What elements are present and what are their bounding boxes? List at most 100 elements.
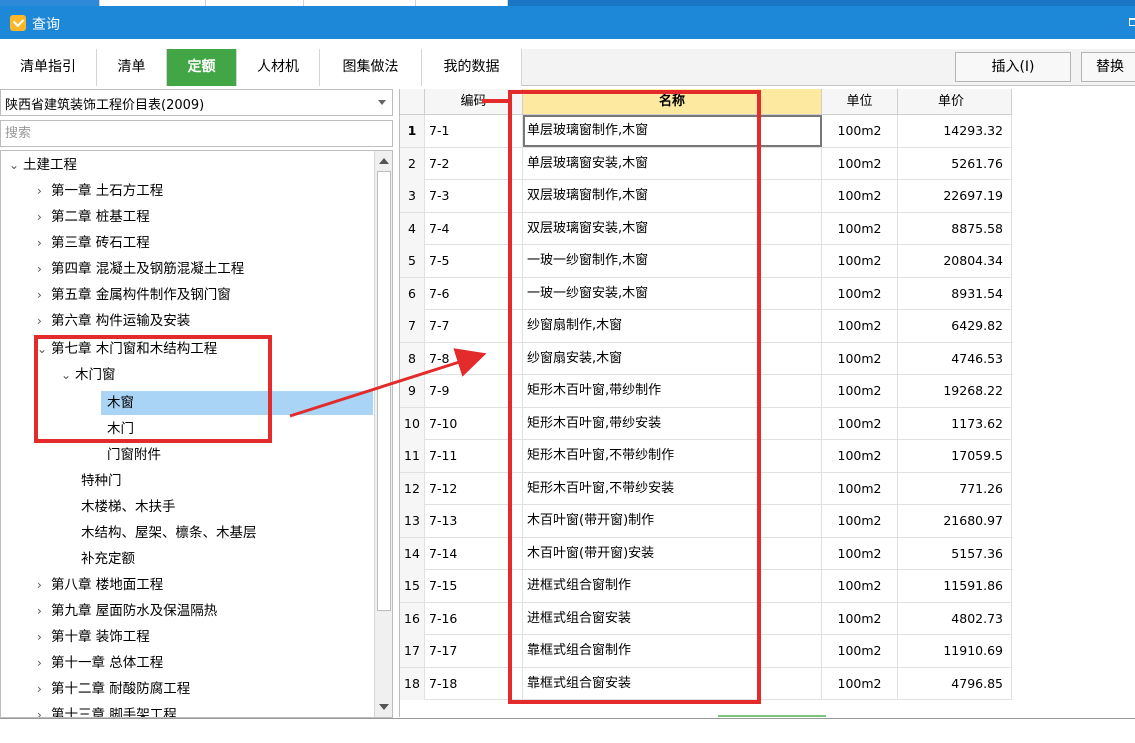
tree-node-chapter[interactable]: › 第十一章 总体工程: [37, 651, 163, 675]
table-cell-no: 10: [400, 407, 425, 440]
header-unit[interactable]: 单位: [822, 89, 898, 115]
table-cell-unit: 100m2: [822, 472, 898, 505]
tree-node-chapter[interactable]: › 第四章 混凝土及钢筋混凝土工程: [37, 257, 244, 281]
table-cell-unit: 100m2: [822, 180, 898, 212]
table-cell-price: 771.26: [898, 472, 1012, 505]
chevron-right-icon: ›: [37, 630, 42, 644]
tree-node-chapter[interactable]: › 第十三章 脚手架工程: [37, 703, 177, 718]
table-cell-price: 17059.5: [898, 440, 1012, 472]
table-cell-no: 18: [400, 667, 425, 700]
tree-node-label: 第九章 屋面防水及保温隔热: [51, 603, 218, 619]
tree-node-wood-stairs[interactable]: 木楼梯、木扶手: [81, 495, 176, 519]
table-cell-price: 8875.58: [898, 212, 1012, 245]
table-cell-unit: 100m2: [822, 505, 898, 537]
tree-node-label: 第四章 混凝土及钢筋混凝土工程: [51, 261, 245, 277]
tab-list-guide[interactable]: 清单指引: [0, 49, 97, 86]
table-cell-price: 19268.22: [898, 375, 1012, 407]
table-cell-no: 4: [400, 212, 425, 245]
tree-node-label: 第六章 构件运输及安装: [51, 313, 191, 329]
tree-node-chapter[interactable]: › 第三章 砖石工程: [37, 231, 150, 255]
table-cell-no: 14: [400, 537, 425, 570]
table-cell-unit: 100m2: [822, 667, 898, 700]
tree-node-chapter[interactable]: › 第一章 土石方工程: [37, 179, 163, 203]
tree-node-chapter[interactable]: › 第六章 构件运输及安装: [37, 309, 190, 333]
app-logo-icon: [10, 15, 26, 31]
table-cell-unit: 100m2: [822, 570, 898, 602]
tree-node-root[interactable]: ⌄ 土建工程: [9, 153, 77, 177]
annotation-box-tree: [34, 335, 272, 443]
table-cell-no: 5: [400, 245, 425, 277]
replace-button[interactable]: 替换: [1081, 52, 1135, 82]
table-cell-unit: 100m2: [822, 245, 898, 277]
tab-list[interactable]: 清单: [97, 49, 167, 86]
scroll-up-icon[interactable]: [376, 153, 392, 169]
table-cell-unit: 100m2: [822, 277, 898, 310]
table-cell-no: 9: [400, 375, 425, 407]
table-cell-price: 21680.97: [898, 505, 1012, 537]
tree-scrollbar[interactable]: [374, 151, 392, 717]
chevron-down-icon: [378, 100, 386, 105]
table-cell-price: 20804.34: [898, 245, 1012, 277]
tree-node-label: 木楼梯、木扶手: [81, 499, 176, 515]
chevron-right-icon: ›: [37, 578, 42, 592]
tree-node-label: 第十三章 脚手架工程: [51, 707, 177, 718]
tree-node-label: 第十章 装饰工程: [51, 629, 150, 645]
insert-button[interactable]: 插入(I): [955, 52, 1071, 82]
chevron-right-icon: ›: [37, 288, 42, 302]
dialog-titlebar: 查询: [0, 6, 1135, 39]
chevron-right-icon: ›: [37, 210, 42, 224]
tree-node-door-window-accessories[interactable]: 门窗附件: [107, 443, 161, 467]
tree-node-label: 第五章 金属构件制作及钢门窗: [51, 287, 231, 303]
table-cell-no: 17: [400, 635, 425, 667]
table-cell-price: 5261.76: [898, 147, 1012, 180]
tree-node-chapter[interactable]: › 第十二章 耐酸防腐工程: [37, 677, 190, 701]
table-cell-price: 4802.73: [898, 602, 1012, 635]
table-cell-unit: 100m2: [822, 537, 898, 570]
tree-node-chapter[interactable]: › 第八章 楼地面工程: [37, 573, 163, 597]
table-cell-price: 11910.69: [898, 635, 1012, 667]
tree-node-label: 土建工程: [23, 157, 77, 173]
table-cell-price: 1173.62: [898, 407, 1012, 440]
table-cell-no: 6: [400, 277, 425, 310]
tab-atlas-method[interactable]: 图集做法: [320, 49, 422, 86]
table-cell-price: 5157.36: [898, 537, 1012, 570]
scrollbar-thumb[interactable]: [377, 171, 391, 611]
library-select[interactable]: 陕西省建筑装饰工程价目表(2009): [0, 89, 393, 116]
tree-node-label: 第十二章 耐酸防腐工程: [51, 681, 191, 697]
tree-node-chapter[interactable]: › 第五章 金属构件制作及钢门窗: [37, 283, 231, 307]
search-input[interactable]: [0, 120, 393, 147]
table-cell-unit: 100m2: [822, 635, 898, 667]
header-price[interactable]: 单价: [898, 89, 1012, 115]
dialog-title: 查询: [32, 17, 60, 33]
scroll-down-icon[interactable]: [376, 699, 392, 715]
bottom-status-strip: [0, 718, 1135, 743]
table-cell-no: 7: [400, 310, 425, 342]
chevron-right-icon: ›: [37, 682, 42, 696]
tab-quota[interactable]: 定额: [167, 49, 237, 86]
header-row-number: [400, 89, 425, 115]
tree-node-supplement[interactable]: 补充定额: [81, 547, 135, 571]
chevron-right-icon: ›: [37, 262, 42, 276]
chevron-right-icon: ›: [37, 604, 42, 618]
table-cell-unit: 100m2: [822, 375, 898, 407]
table-cell-price: 6429.82: [898, 310, 1012, 342]
table-cell-price: 22697.19: [898, 180, 1012, 212]
tab-my-data[interactable]: 我的数据: [422, 49, 522, 86]
table-cell-price: 4746.53: [898, 342, 1012, 375]
tree-node-chapter[interactable]: › 第二章 桩基工程: [37, 205, 150, 229]
tree-node-label: 补充定额: [81, 551, 135, 567]
table-cell-no: 3: [400, 180, 425, 212]
tree-node-chapter[interactable]: › 第十章 装饰工程: [37, 625, 150, 649]
table-cell-no: 12: [400, 472, 425, 505]
maximize-icon[interactable]: [1129, 18, 1135, 26]
chevron-right-icon: ›: [37, 314, 42, 328]
tab-labor-material[interactable]: 人材机: [237, 49, 320, 86]
library-select-value: 陕西省建筑装饰工程价目表(2009): [5, 98, 205, 113]
tree-node-special-door[interactable]: 特种门: [81, 469, 122, 493]
tree-node-label: 第一章 土石方工程: [51, 183, 164, 199]
tree-node-label: 第三章 砖石工程: [51, 235, 150, 251]
tree-node-chapter[interactable]: › 第九章 屋面防水及保温隔热: [37, 599, 217, 623]
tree-node-wood-structure[interactable]: 木结构、屋架、檩条、木基层: [81, 521, 257, 545]
table-cell-unit: 100m2: [822, 342, 898, 375]
splitter-handle[interactable]: [718, 715, 826, 717]
